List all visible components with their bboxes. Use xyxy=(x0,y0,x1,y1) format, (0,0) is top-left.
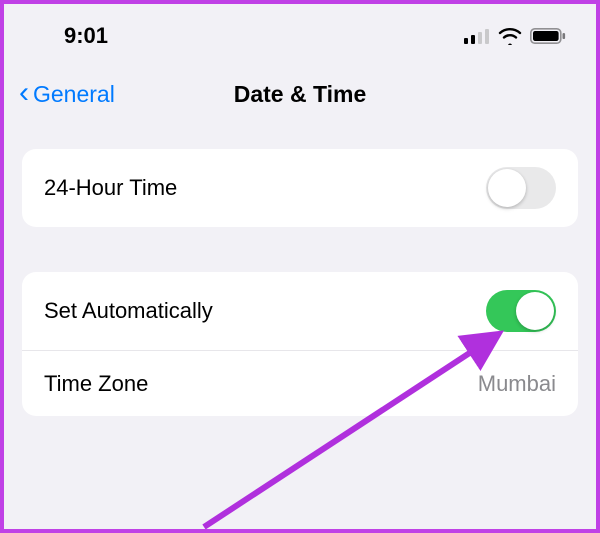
wifi-icon xyxy=(498,27,522,45)
row-set-automatically: Set Automatically xyxy=(22,272,578,350)
back-button[interactable]: ‹ General xyxy=(19,81,115,108)
chevron-left-icon: ‹ xyxy=(19,78,29,108)
row-label: 24-Hour Time xyxy=(44,175,177,201)
nav-header: ‹ General Date & Time xyxy=(4,64,596,124)
back-label: General xyxy=(33,81,115,108)
settings-group-2: Set Automatically Time Zone Mumbai xyxy=(22,272,578,416)
row-24-hour-time: 24-Hour Time xyxy=(22,149,578,227)
status-indicators xyxy=(464,27,566,45)
settings-group-1: 24-Hour Time xyxy=(22,149,578,227)
row-time-zone[interactable]: Time Zone Mumbai xyxy=(22,350,578,416)
status-time: 9:01 xyxy=(64,23,108,49)
toggle-knob xyxy=(488,169,526,207)
row-label: Time Zone xyxy=(44,371,148,397)
toggle-knob xyxy=(516,292,554,330)
status-bar: 9:01 xyxy=(4,4,596,64)
toggle-24-hour-time[interactable] xyxy=(486,167,556,209)
battery-icon xyxy=(530,28,566,44)
toggle-set-automatically[interactable] xyxy=(486,290,556,332)
row-label: Set Automatically xyxy=(44,298,213,324)
screen: 9:01 ‹ General Date & Tim xyxy=(4,4,596,529)
cellular-icon xyxy=(464,28,490,44)
time-zone-value: Mumbai xyxy=(478,371,556,397)
